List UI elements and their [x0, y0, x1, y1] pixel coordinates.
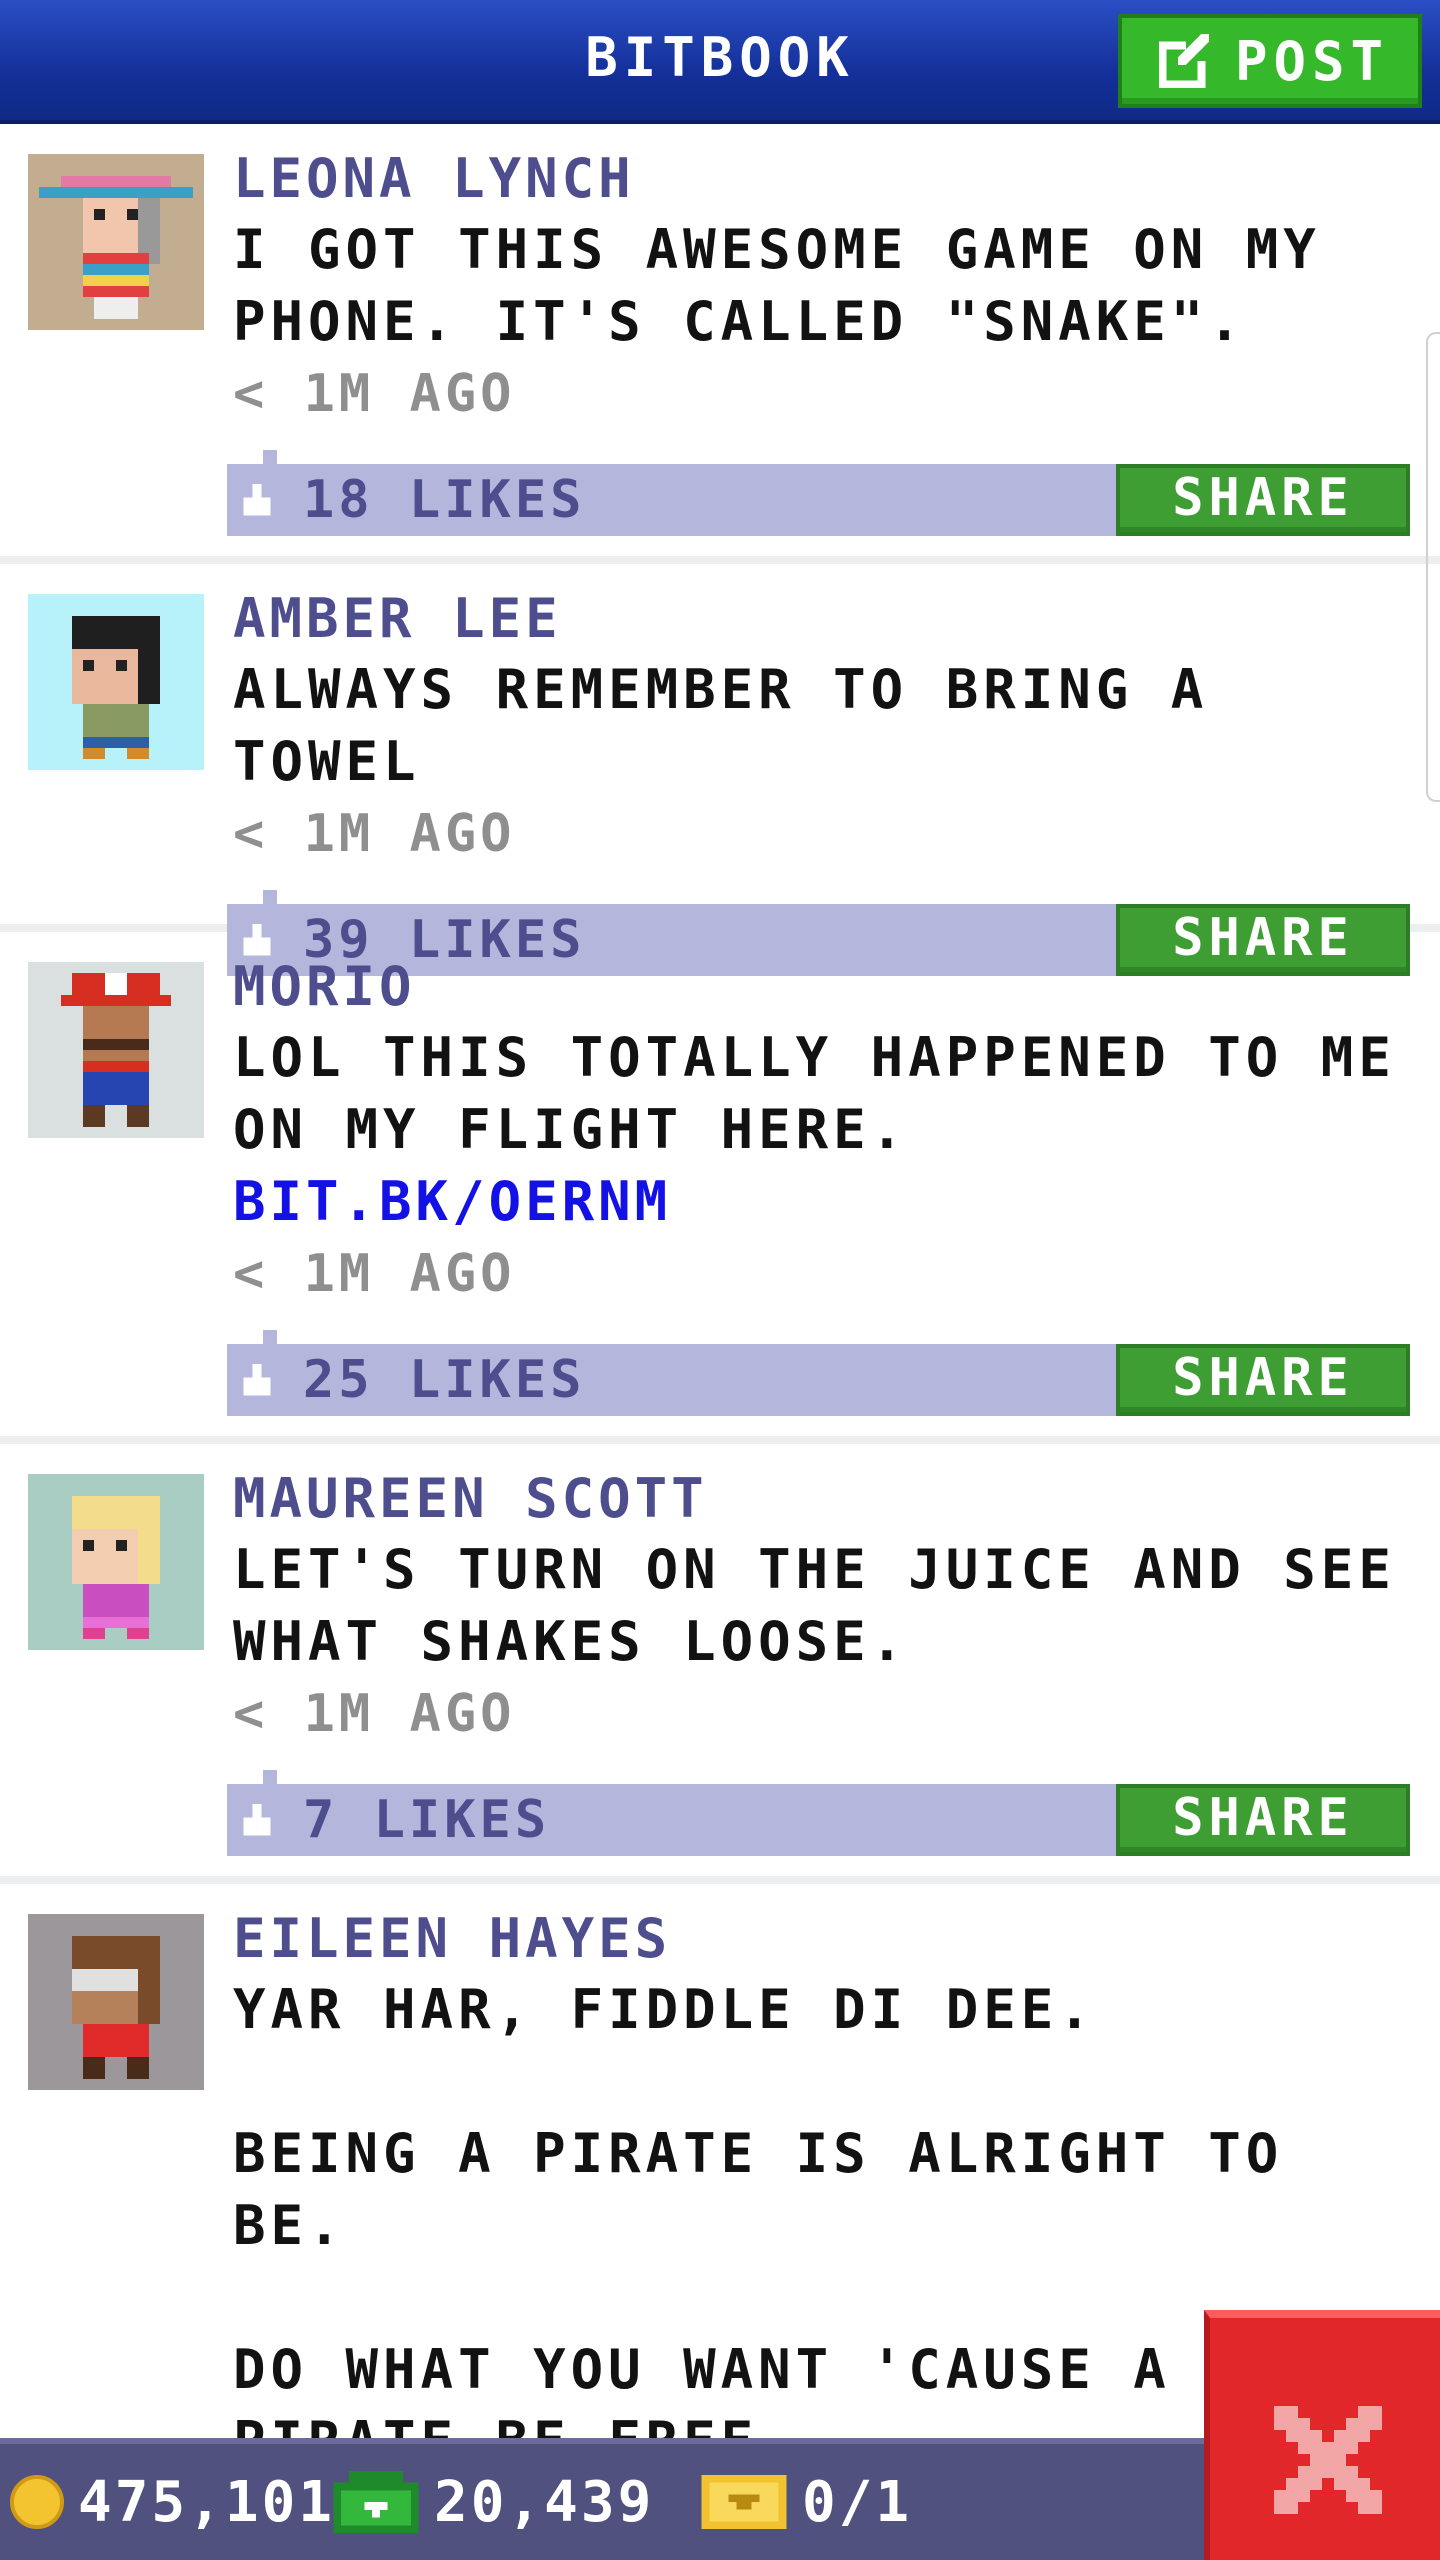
feed-post: AMBER LEE ALWAYS REMEMBER TO BRING A TOW…: [0, 564, 1440, 976]
golden-ticket-icon: [701, 2475, 787, 2529]
scroll-indicator: [1426, 332, 1440, 802]
avatar[interactable]: [28, 1474, 204, 1650]
feed-post: LEONA LYNCH I GOT THIS AWESOME GAME ON M…: [0, 124, 1440, 564]
close-button[interactable]: [1204, 2310, 1440, 2560]
post-link[interactable]: BIT.BK/OERNM: [233, 1166, 1420, 1238]
share-button[interactable]: SHARE: [1116, 464, 1410, 536]
post-timestamp: < 1M AGO: [233, 364, 516, 424]
post-message: ALWAYS REMEMBER TO BRING A TOWEL: [233, 658, 1209, 793]
avatar[interactable]: [28, 594, 204, 770]
post-author[interactable]: MORIO: [233, 952, 1420, 1022]
app-header: BITBOOK POST: [0, 0, 1440, 124]
post-author[interactable]: EILEEN HAYES: [233, 1904, 1420, 1974]
post-timestamp: < 1M AGO: [233, 1684, 516, 1744]
close-icon: [1274, 2406, 1382, 2514]
post-button-label: POST: [1234, 29, 1390, 93]
post-message: I GOT THIS AWESOME GAME ON MY PHONE. IT'…: [233, 218, 1321, 353]
post-actions: 25 LIKES SHARE: [227, 1330, 1410, 1416]
coin-count: 475,101: [78, 2469, 336, 2535]
coin-icon: [10, 2475, 64, 2529]
post-button[interactable]: POST: [1118, 14, 1422, 108]
post-actions: 7 LIKES SHARE: [227, 1770, 1410, 1856]
like-count[interactable]: 25 LIKES: [303, 1348, 585, 1412]
feed-post: MAUREEN SCOTT LET'S TURN ON THE JUICE AN…: [0, 1444, 1440, 1884]
share-button[interactable]: SHARE: [1116, 1344, 1410, 1416]
feed-post: MORIO LOL THIS TOTALLY HAPPENED TO ME ON…: [0, 932, 1440, 1444]
ticket-count: 0/1: [802, 2469, 913, 2535]
post-author[interactable]: AMBER LEE: [233, 584, 1420, 654]
bux-display[interactable]: 20,439: [332, 2444, 654, 2560]
avatar[interactable]: [28, 1914, 204, 2090]
tickets-display[interactable]: 0/1: [700, 2444, 912, 2560]
bux-count: 20,439: [434, 2469, 655, 2535]
thumbs-up-icon: [243, 484, 271, 516]
thumbs-up-icon: [243, 1364, 271, 1396]
post-timestamp: < 1M AGO: [233, 1244, 516, 1304]
coins-display[interactable]: 475,101: [10, 2444, 335, 2560]
bux-icon: [333, 2471, 419, 2533]
post-actions: 18 LIKES SHARE: [227, 450, 1410, 536]
news-feed[interactable]: LEONA LYNCH I GOT THIS AWESOME GAME ON M…: [0, 124, 1440, 2438]
avatar[interactable]: [28, 154, 204, 330]
post-timestamp: < 1M AGO: [233, 804, 516, 864]
edit-icon: [1158, 33, 1210, 89]
like-count[interactable]: 7 LIKES: [303, 1788, 550, 1852]
post-author[interactable]: LEONA LYNCH: [233, 144, 1420, 214]
post-message: LET'S TURN ON THE JUICE AND SEE WHAT SHA…: [233, 1538, 1396, 1673]
avatar[interactable]: [28, 962, 204, 1138]
like-count[interactable]: 18 LIKES: [303, 468, 585, 532]
post-message: LOL THIS TOTALLY HAPPENED TO ME ON MY FL…: [233, 1026, 1396, 1161]
share-button[interactable]: SHARE: [1116, 1784, 1410, 1856]
thumbs-up-icon: [243, 1804, 271, 1836]
post-author[interactable]: MAUREEN SCOTT: [233, 1464, 1420, 1534]
